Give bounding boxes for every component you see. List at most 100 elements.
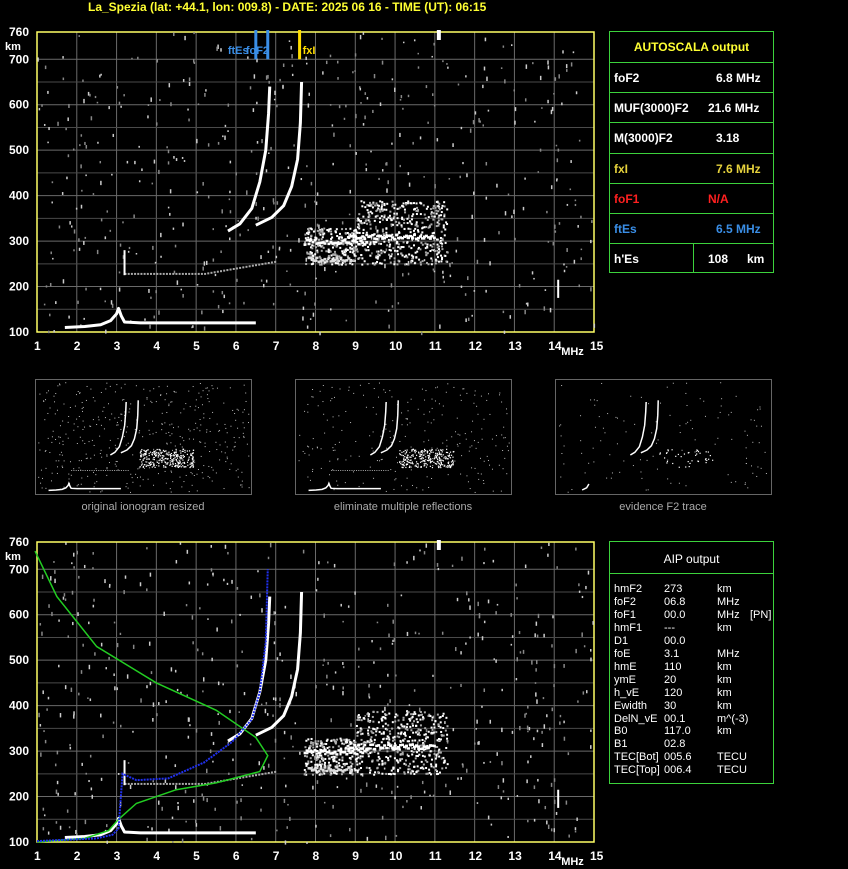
multiple-reflection-dot <box>323 747 326 750</box>
multiple-reflection-dot <box>403 451 405 453</box>
noise-dot <box>262 283 265 288</box>
fxi-marker-label: fxI <box>303 45 316 57</box>
noise-dot <box>500 490 502 492</box>
es-trace-dot <box>362 470 364 471</box>
multiple-reflection-dot <box>408 253 411 256</box>
multiple-reflection-dot <box>334 230 337 233</box>
noise-dot <box>332 416 334 418</box>
noise-dot <box>267 763 270 768</box>
noise-dot <box>109 583 111 587</box>
x-tick-label: 6 <box>233 849 240 863</box>
multiple-reflection-dot <box>412 233 416 237</box>
noise-dot <box>345 319 348 322</box>
noise-dot <box>339 388 341 390</box>
multiple-reflection-dot <box>372 710 375 713</box>
noise-dot <box>429 794 431 797</box>
noise-dot <box>606 477 608 479</box>
noise-dot <box>84 236 87 239</box>
y-tick-label: 760 <box>9 25 29 39</box>
noise-dot <box>89 425 91 427</box>
x-tick-label: 5 <box>193 849 200 863</box>
noise-dot <box>396 462 398 464</box>
multiple-reflection-dot <box>427 216 430 219</box>
multiple-reflection-dot <box>325 250 328 253</box>
noise-dot <box>44 65 47 70</box>
noise-dot <box>441 631 444 635</box>
noise-dot <box>501 761 503 766</box>
multiple-reflection-dot <box>359 716 362 719</box>
noise-dot <box>226 458 228 460</box>
noise-dot <box>73 249 75 252</box>
multiple-reflection-dot <box>173 455 175 457</box>
aip-param-value: 120 <box>664 686 683 699</box>
noise-dot <box>54 413 56 415</box>
multiple-reflection-dot <box>366 263 369 266</box>
multiple-reflection-dot <box>413 449 416 451</box>
multiple-reflection-dot <box>443 234 446 237</box>
noise-dot <box>143 467 145 469</box>
es-trace-dot <box>333 470 335 471</box>
multiple-reflection-dot <box>443 201 446 204</box>
noise-dot <box>471 431 473 433</box>
noise-dot <box>489 261 491 266</box>
multiple-reflection-dot <box>414 452 416 454</box>
noise-dot <box>519 651 522 654</box>
multiple-reflection-dot <box>333 258 337 262</box>
noise-dot <box>230 425 232 427</box>
noise-dot <box>120 428 122 430</box>
noise-dot <box>267 556 270 560</box>
multiple-reflection-dot <box>388 738 391 741</box>
multiple-reflection-dot <box>180 452 182 454</box>
multiple-reflection-dot <box>408 466 411 469</box>
multiple-reflection-dot <box>379 200 382 203</box>
noise-dot <box>392 619 394 624</box>
noise-dot <box>593 461 595 463</box>
noise-dot <box>217 141 220 145</box>
noise-dot <box>287 166 290 170</box>
multiple-reflection-dot <box>146 456 148 458</box>
noise-dot <box>276 657 279 661</box>
multiple-reflection-dot <box>409 725 412 728</box>
noise-dot <box>39 724 42 727</box>
multiple-reflection-dot <box>337 259 341 263</box>
autoscala-param-name: MUF(3000)F2 <box>614 101 689 116</box>
noise-dot <box>89 491 91 493</box>
noise-dot <box>113 621 116 624</box>
multiple-reflection-dot <box>371 715 374 718</box>
noise-dot <box>433 749 436 752</box>
noise-dot <box>146 547 148 550</box>
multiple-reflection-dot <box>349 761 352 764</box>
noise-dot <box>234 413 236 415</box>
autoscala-row-muf3000f2: MUF(3000)F2 21.6 MHz <box>610 92 773 122</box>
noise-dot <box>89 754 92 758</box>
es-trace-dot <box>251 264 254 267</box>
multiple-reflection-dot <box>145 465 147 468</box>
noise-dot <box>590 745 592 749</box>
multiple-reflection-dot <box>405 726 408 729</box>
noise-dot <box>304 291 306 296</box>
noise-dot <box>691 428 693 430</box>
noise-dot <box>38 712 40 718</box>
multiple-reflection-dot <box>142 466 144 468</box>
noise-dot <box>669 414 671 416</box>
noise-dot <box>536 634 539 638</box>
noise-dot <box>553 778 556 782</box>
noise-dot <box>315 589 318 592</box>
multiple-reflection-dot <box>441 459 443 461</box>
noise-dot <box>393 562 396 567</box>
noise-dot <box>132 454 134 456</box>
noise-dot <box>147 115 149 119</box>
multiple-reflection-dot <box>439 465 442 467</box>
noise-dot <box>70 687 73 693</box>
noise-dot <box>171 471 173 473</box>
noise-dot <box>127 250 130 253</box>
multiple-reflection-dot <box>416 250 419 253</box>
multiple-reflection-dot <box>421 260 424 263</box>
noise-dot <box>317 577 319 581</box>
multiple-reflection-dot <box>179 461 182 463</box>
multiple-reflection-dot <box>410 466 412 468</box>
noise-dot <box>158 702 160 705</box>
noise-dot <box>543 724 546 729</box>
noise-dot <box>52 257 54 260</box>
noise-dot <box>94 95 97 99</box>
